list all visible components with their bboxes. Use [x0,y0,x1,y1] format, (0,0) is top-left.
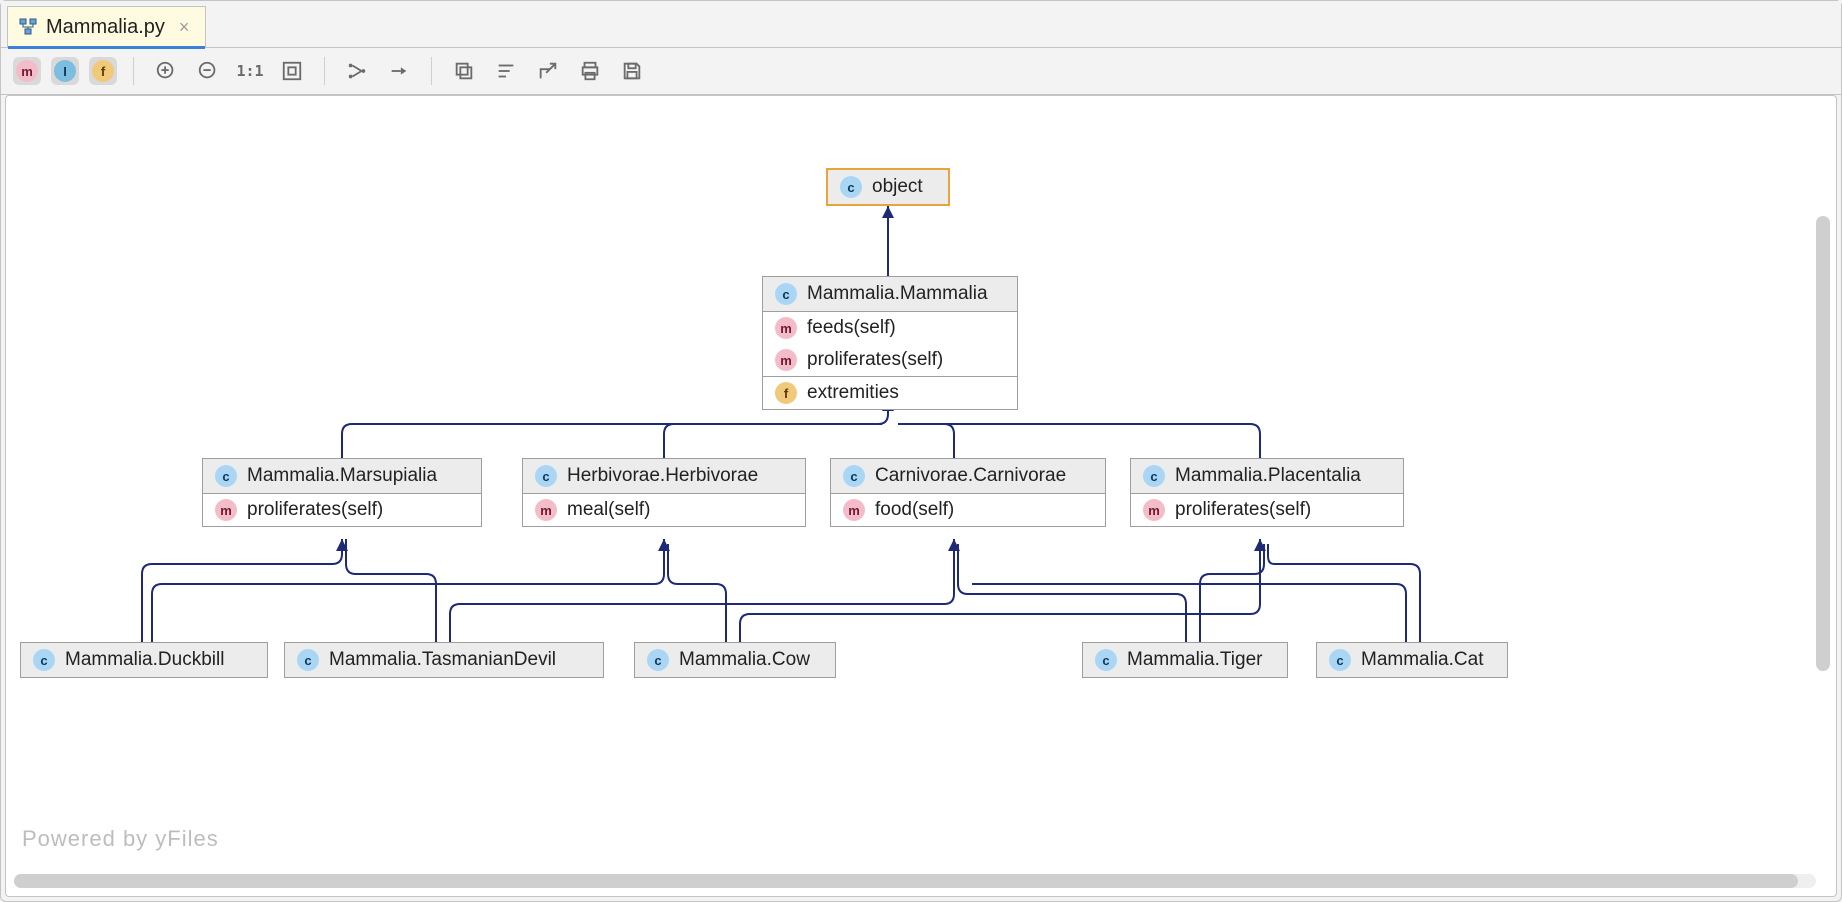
class-node-carnivorae[interactable]: c Carnivorae.Carnivorae m food(self) [830,458,1106,527]
list-button[interactable] [490,55,522,87]
class-title: Mammalia.Duckbill [65,649,224,671]
class-icon: c [1095,649,1117,671]
class-icon: c [843,465,865,487]
class-node-tasmanian-devil[interactable]: c Mammalia.TasmanianDevil [284,642,604,678]
app-frame: Mammalia.py × m I f 1:1 [0,0,1842,902]
method-icon: m [843,499,865,521]
field-icon: f [775,382,797,404]
class-title: Mammalia.Mammalia [807,283,988,305]
class-icon: c [33,649,55,671]
member-label: food(self) [875,499,954,521]
filter-initializers-button[interactable]: I [51,57,79,85]
toolbar-separator [431,57,432,85]
member-label: meal(self) [567,499,650,521]
class-node-cat[interactable]: c Mammalia.Cat [1316,642,1508,678]
save-button[interactable] [616,55,648,87]
class-icon: c [647,649,669,671]
initializer-badge-icon: I [54,60,76,82]
class-node-duckbill[interactable]: c Mammalia.Duckbill [20,642,268,678]
diagram-file-icon [18,17,38,37]
class-title: Herbivorae.Herbivorae [567,465,758,487]
member-label: proliferates(self) [807,349,943,371]
class-title: object [872,176,923,198]
method-badge-icon: m [16,60,38,82]
field-badge-icon: f [92,60,114,82]
route-edges-button[interactable] [383,55,415,87]
horizontal-scrollbar[interactable] [14,874,1816,888]
diagram-canvas[interactable]: c object c Mammalia.Mammalia m feeds(self… [5,95,1837,897]
method-icon: m [535,499,557,521]
scroll-thumb[interactable] [14,874,1798,888]
class-node-mammalia[interactable]: c Mammalia.Mammalia m feeds(self) mprolif… [762,276,1018,410]
class-icon: c [535,465,557,487]
watermark-text: Powered by yFiles [22,826,219,852]
class-node-marsupialia[interactable]: c Mammalia.Marsupialia m proliferates(self… [202,458,482,527]
member-label: feeds(self) [807,317,896,339]
method-icon: m [775,349,797,371]
tab-mammalia[interactable]: Mammalia.py × [7,6,206,47]
member-label: extremities [807,382,899,404]
copy-button[interactable] [448,55,480,87]
toolbar-separator [324,57,325,85]
class-title: Mammalia.Cow [679,649,810,671]
print-button[interactable] [574,55,606,87]
class-icon: c [1143,465,1165,487]
class-title: Mammalia.Tiger [1127,649,1263,671]
tab-bar: Mammalia.py × [1,1,1841,48]
class-icon: c [840,176,862,198]
layout-button[interactable] [341,55,373,87]
fit-content-button[interactable] [276,55,308,87]
toolbar: m I f 1:1 [1,48,1841,95]
class-title: Mammalia.Marsupialia [247,465,437,487]
zoom-actual-button[interactable]: 1:1 [234,55,266,87]
class-icon: c [1329,649,1351,671]
class-node-cow[interactable]: c Mammalia.Cow [634,642,836,678]
tab-label: Mammalia.py [46,16,165,39]
method-icon: m [215,499,237,521]
scroll-thumb[interactable] [1816,216,1830,671]
vertical-scrollbar[interactable] [1816,216,1830,866]
zoom-in-button[interactable] [150,55,182,87]
member-label: proliferates(self) [1175,499,1311,521]
filter-fields-button[interactable]: f [89,57,117,85]
member-label: proliferates(self) [247,499,383,521]
method-icon: m [1143,499,1165,521]
class-node-placentalia[interactable]: c Mammalia.Placentalia m proliferates(self… [1130,458,1404,527]
class-title: Carnivorae.Carnivorae [875,465,1066,487]
toolbar-separator [133,57,134,85]
class-title: Mammalia.Cat [1361,649,1483,671]
filter-methods-button[interactable]: m [13,57,41,85]
method-icon: m [775,317,797,339]
class-title: Mammalia.TasmanianDevil [329,649,556,671]
class-node-object[interactable]: c object [826,168,950,206]
class-node-herbivorae[interactable]: c Herbivorae.Herbivorae m meal(self) [522,458,806,527]
class-icon: c [215,465,237,487]
export-button[interactable] [532,55,564,87]
zoom-out-button[interactable] [192,55,224,87]
class-icon: c [297,649,319,671]
class-icon: c [775,283,797,305]
class-title: Mammalia.Placentalia [1175,465,1361,487]
close-icon[interactable]: × [179,17,190,38]
class-node-tiger[interactable]: c Mammalia.Tiger [1082,642,1288,678]
